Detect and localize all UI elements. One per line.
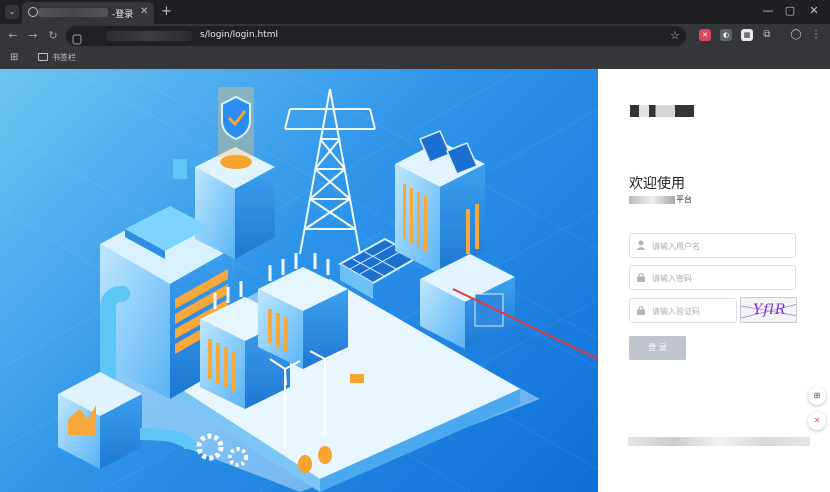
extension-icon[interactable]: ✕ [699,29,711,41]
platform-name-redacted [629,196,675,204]
bookmarks-bar: ⊞ 书签栏 [0,48,830,70]
annotation-arrow [452,288,598,360]
login-button[interactable]: 登 录 [629,336,686,360]
reload-icon[interactable]: ↻ [46,29,60,42]
tab-search-button[interactable]: ⌄ [5,5,19,19]
maximize-button[interactable]: ▢ [782,4,798,17]
apps-grid-icon[interactable]: ⊞ [10,52,18,63]
qr-extension-icon[interactable]: ▦ [741,29,753,41]
forward-icon[interactable]: → [26,29,40,42]
bookmark-star-icon[interactable]: ☆ [670,29,680,42]
translate-button[interactable]: ✕ [808,412,826,430]
back-icon[interactable]: ← [6,29,20,42]
captcha-image[interactable]: YflR [740,297,797,323]
username-field[interactable] [629,233,796,258]
login-page: 欢迎使用 平台 YflR 登 录 ⊞ ✕ [0,69,830,492]
hero-illustration [0,69,598,492]
tab-title: -登录 [112,10,134,20]
folder-icon [38,53,48,61]
platform-subtitle: 平台 [676,195,692,204]
browser-toolbar: ← → ↻ s/login/login.html ☆ ✕ ◐ ▦ ⧉ ◯ ⋮ [0,24,830,48]
lock-icon [636,305,646,315]
password-input[interactable] [650,269,794,288]
site-info-icon[interactable] [72,30,82,45]
extensions-puzzle-icon[interactable]: ⧉ [761,29,773,41]
user-icon [636,240,646,250]
bookmarks-folder-label[interactable]: 书签栏 [52,52,76,63]
footer-redacted [628,437,810,446]
globe-icon [28,7,38,17]
login-panel: 欢迎使用 平台 YflR 登 录 ⊞ ✕ [598,69,830,492]
captcha-field[interactable] [629,298,738,323]
qr-code-button[interactable]: ⊞ [808,387,826,405]
captcha-text: YflR [753,302,787,318]
extension-badge-icon[interactable]: ◐ [720,29,732,41]
captcha-input[interactable] [650,302,738,321]
url-redacted [106,31,192,41]
tab-close-icon[interactable]: ✕ [140,6,148,17]
new-tab-button[interactable]: + [161,4,172,19]
welcome-heading: 欢迎使用 [629,176,685,192]
menu-kebab-icon[interactable]: ⋮ [810,29,822,41]
minimize-button[interactable]: — [760,4,776,17]
lock-icon [636,272,646,282]
tab-strip: ⌄ -登录 ✕ + — ▢ ✕ [0,0,830,24]
close-window-button[interactable]: ✕ [806,4,822,17]
url-text: s/login/login.html [200,30,278,40]
profile-icon[interactable]: ◯ [790,29,802,41]
browser-tab[interactable]: -登录 ✕ [22,2,154,24]
password-field[interactable] [629,265,796,290]
address-bar[interactable]: s/login/login.html ☆ [66,26,686,46]
logo-redacted [630,105,694,117]
username-input[interactable] [650,237,794,256]
tab-title-redacted [38,8,108,17]
